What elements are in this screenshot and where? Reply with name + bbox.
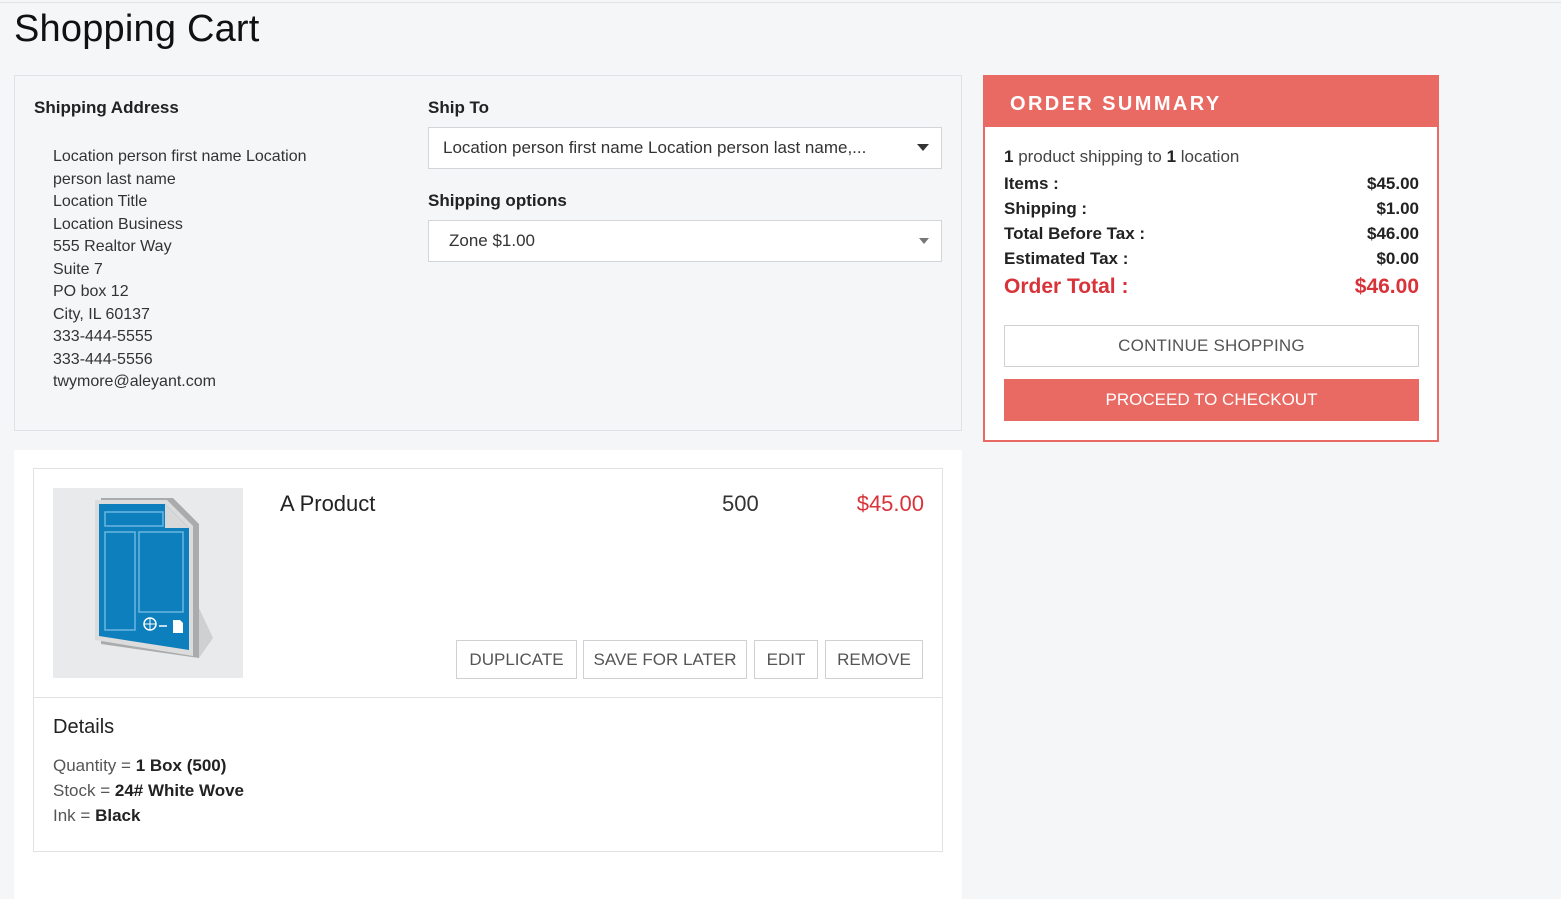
remove-button[interactable]: REMOVE (825, 640, 923, 679)
total-before-tax-value: $46.00 (1367, 224, 1419, 243)
detail-row: Ink = Black (53, 803, 244, 828)
shipping-address-block: Location person first name Location pers… (53, 146, 353, 394)
items-row: Items : $45.00 (1004, 171, 1419, 196)
shipping-address-heading: Shipping Address (34, 98, 179, 117)
estimated-tax-label: Estimated Tax : (1004, 249, 1129, 268)
order-total-value: $46.00 (1354, 275, 1419, 298)
ship-to-selected-value: Location person first name Location pers… (443, 138, 867, 157)
address-line: Location person first name Location pers… (53, 148, 307, 188)
order-total-label: Order Total : (1004, 275, 1129, 298)
shipping-value: $1.00 (1376, 199, 1419, 218)
product-name[interactable]: A Product (280, 491, 375, 517)
caret-down-icon (917, 144, 929, 151)
shipping-count-text-end: location (1176, 147, 1240, 166)
details-heading: Details (53, 716, 115, 738)
ship-to-select[interactable]: Location person first name Location pers… (428, 127, 942, 169)
product-quantity: 500 (722, 491, 759, 516)
order-summary-heading: ORDER SUMMARY (985, 77, 1437, 127)
shipping-count-text: product shipping to (1013, 147, 1167, 166)
address-line: City, IL 60137 (53, 305, 150, 323)
items-label: Items : (1004, 174, 1059, 193)
detail-label: Stock = (53, 781, 115, 800)
cart-items-panel: A Product 500 $45.00 DUPLICATE SAVE FOR … (14, 450, 962, 899)
address-line: Location Business (53, 215, 183, 233)
address-line: Location Title (53, 193, 148, 210)
save-for-later-button[interactable]: SAVE FOR LATER (583, 640, 747, 679)
document-web-icon (95, 498, 213, 658)
proceed-to-checkout-button[interactable]: PROCEED TO CHECKOUT (1004, 379, 1419, 421)
address-line: 333-444-5556 (53, 350, 153, 368)
detail-row: Stock = 24# White Wove (53, 778, 244, 803)
cart-item: A Product 500 $45.00 DUPLICATE SAVE FOR … (33, 468, 943, 852)
shipping-label: Shipping : (1004, 199, 1088, 218)
detail-label: Quantity = (53, 756, 136, 775)
address-line: 555 Realtor Way (53, 238, 172, 255)
address-line: 333-444-5555 (53, 328, 153, 345)
item-divider (34, 697, 942, 698)
order-summary-panel: ORDER SUMMARY 1 product shipping to 1 lo… (983, 75, 1439, 442)
items-value: $45.00 (1367, 174, 1419, 193)
continue-shopping-button[interactable]: CONTINUE SHOPPING (1004, 325, 1419, 367)
shipping-option-selected-value: Zone $1.00 (449, 231, 536, 250)
top-divider (0, 2, 1561, 3)
order-total-row: Order Total : $46.00 (1004, 271, 1419, 303)
order-summary-body: 1 product shipping to 1 location Items :… (1004, 147, 1419, 303)
product-thumbnail[interactable] (53, 488, 243, 678)
detail-value: 24# White Wove (114, 781, 245, 800)
duplicate-button[interactable]: DUPLICATE (456, 640, 577, 679)
address-line: Suite 7 (53, 260, 103, 278)
total-before-tax-label: Total Before Tax : (1004, 224, 1146, 243)
shipping-row: Shipping : $1.00 (1004, 196, 1419, 221)
details-list: Quantity = 1 Box (500) Stock = 24# White… (53, 753, 244, 828)
shipping-count-line: 1 product shipping to 1 location (1004, 147, 1419, 167)
total-before-tax-row: Total Before Tax : $46.00 (1004, 221, 1419, 246)
caret-down-icon (919, 238, 929, 244)
product-price: $45.00 (856, 491, 924, 516)
ship-to-label: Ship To (428, 98, 490, 117)
location-count: 1 (1166, 147, 1177, 166)
page-title: Shopping Cart (14, 8, 260, 50)
edit-button[interactable]: EDIT (754, 640, 818, 679)
detail-row: Quantity = 1 Box (500) (53, 753, 244, 778)
detail-value: 1 Box (500) (135, 756, 227, 775)
detail-value: Black (95, 806, 141, 825)
address-line: PO box 12 (53, 283, 129, 300)
detail-label: Ink = (53, 806, 96, 825)
estimated-tax-value: $0.00 (1376, 249, 1419, 268)
shipping-panel: Shipping Address Location person first n… (14, 75, 962, 431)
address-line: twymore@aleyant.com (53, 373, 216, 390)
shipping-options-select[interactable]: Zone $1.00 (428, 220, 942, 262)
estimated-tax-row: Estimated Tax : $0.00 (1004, 246, 1419, 271)
shipping-options-label: Shipping options (428, 191, 567, 210)
